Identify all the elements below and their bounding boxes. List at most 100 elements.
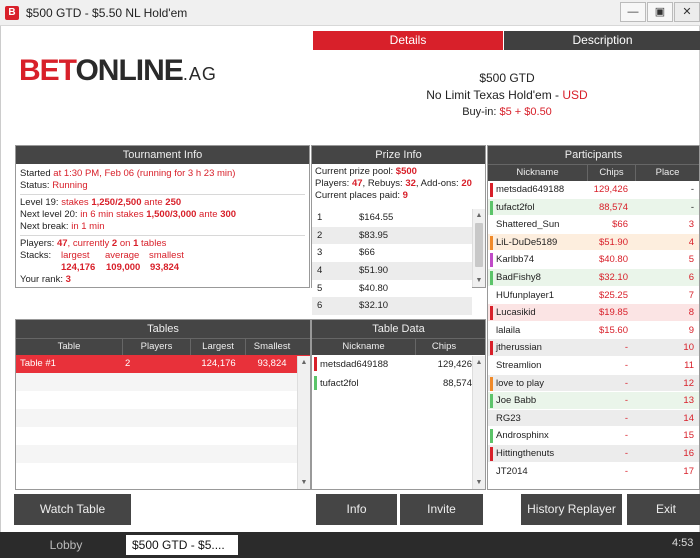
participant-row[interactable]: HUfunplayer1 $25.25 7 — [488, 286, 699, 305]
tournament-name: $500 GTD — [479, 71, 535, 85]
prize-info-panel: Prize Info Current prize pool: $500 Play… — [311, 145, 486, 316]
invite-button[interactable]: Invite — [400, 494, 483, 525]
exit-button[interactable]: Exit — [627, 494, 700, 525]
window-titlebar: B $500 GTD - $5.50 NL Hold'em — ▣ ✕ — [0, 0, 700, 26]
participant-nickname: LiL-DuDe5189 — [496, 236, 558, 248]
prize-scrollbar[interactable]: ▲ ▼ — [472, 209, 485, 287]
panel-header: Tables — [16, 320, 310, 338]
participant-chips: $25.25 — [598, 289, 628, 301]
participant-row[interactable]: jtherussian - 10 — [488, 339, 699, 357]
scroll-thumb[interactable] — [475, 223, 483, 267]
table-data-scrollbar[interactable]: ▲ ▼ — [472, 356, 485, 489]
participant-row[interactable]: BadFishy8 $32.10 6 — [488, 268, 699, 287]
participant-chips: - — [624, 412, 628, 424]
payout-row: 3 $66 — [312, 244, 472, 263]
tournament-summary: $500 GTD No Limit Texas Hold'em - USD Bu… — [313, 70, 700, 121]
close-button[interactable]: ✕ — [674, 2, 700, 22]
participant-place: - — [690, 184, 694, 195]
participant-row[interactable]: Joe Babb - 13 — [488, 392, 699, 410]
participant-chips: - — [624, 377, 628, 389]
scroll-up-icon[interactable]: ▲ — [298, 356, 310, 369]
column-header-players[interactable]: Players — [123, 339, 191, 355]
participant-place: - — [690, 201, 694, 213]
scroll-down-icon[interactable]: ▼ — [298, 476, 310, 489]
payout-list: 1 $164.55 2 $83.95 3 $66 4 $51.90 5 $40.80 6 $… — [312, 209, 472, 316]
player-color-marker — [490, 324, 493, 338]
scroll-up-icon[interactable]: ▲ — [473, 209, 485, 222]
player-color-marker — [314, 376, 317, 390]
participant-place: 6 — [688, 271, 694, 283]
payout-row: 4 $51.90 — [312, 262, 472, 280]
scroll-up-icon[interactable]: ▲ — [473, 356, 485, 369]
participant-row[interactable]: metsdad649188 129,426 - — [488, 181, 699, 199]
panel-header: Participants — [488, 146, 699, 164]
participant-chips: $66 — [612, 219, 628, 231]
player-color-marker — [490, 289, 493, 303]
participant-row[interactable]: Shattered_Sun $66 3 — [488, 216, 699, 234]
participant-nickname: tufact2fol — [496, 201, 535, 213]
participant-chips: - — [624, 359, 628, 371]
buyin: Buy-in: $5 + $0.50 — [462, 106, 552, 118]
participant-place: 14 — [683, 412, 694, 424]
participant-row[interactable]: lalaila $15.60 9 — [488, 321, 699, 340]
history-replayer-button[interactable]: History Replayer — [521, 494, 622, 525]
participant-place: 15 — [683, 430, 694, 442]
scroll-down-icon[interactable]: ▼ — [473, 274, 485, 287]
participant-nickname: lalaila — [496, 324, 521, 336]
restore-button[interactable]: ▣ — [647, 2, 673, 22]
column-header-largest[interactable]: Largest — [191, 339, 246, 355]
participant-row[interactable]: Hittingthenuts - 16 — [488, 444, 699, 463]
column-header-place[interactable]: Place — [636, 165, 699, 181]
table-data-row[interactable]: metsdad649188 129,426 — [312, 355, 485, 374]
active-tournament-tab[interactable]: $500 GTD - $5.... — [126, 535, 238, 555]
column-header-table[interactable]: Table — [16, 339, 123, 355]
player-color-marker — [490, 412, 493, 426]
column-header-chips[interactable]: Chips — [588, 165, 636, 181]
participant-row[interactable]: LiL-DuDe5189 $51.90 4 — [488, 233, 699, 252]
player-color-marker — [490, 218, 493, 232]
tables-empty-area — [16, 373, 310, 481]
participant-row[interactable]: RG23 - 14 — [488, 409, 699, 428]
participant-nickname: JT2014 — [496, 465, 528, 477]
participant-place: 3 — [688, 219, 694, 231]
tables-column-headers: Table Players Largest Smallest — [16, 338, 310, 355]
participant-row[interactable]: love to play - 12 — [488, 374, 699, 393]
participant-row[interactable]: Lucasikid $19.85 8 — [488, 304, 699, 322]
participant-nickname: metsdad649188 — [496, 184, 565, 195]
player-color-marker — [490, 235, 493, 250]
tab-details[interactable]: Details — [313, 31, 503, 50]
column-header-smallest[interactable]: Smallest — [246, 339, 298, 355]
scroll-down-icon[interactable]: ▼ — [473, 476, 485, 489]
table-row[interactable]: Table #1 2 124,176 93,824 — [16, 355, 310, 373]
participant-row[interactable]: Streamlion - 11 — [488, 356, 699, 375]
player-color-marker — [490, 394, 493, 409]
column-header-nickname[interactable]: Nickname — [312, 339, 416, 355]
participant-nickname: Hittingthenuts — [496, 447, 555, 459]
participant-place: 12 — [683, 377, 694, 389]
app-logo-icon: B — [5, 6, 19, 20]
column-header-chips[interactable]: Chips — [416, 339, 472, 355]
rank-line: Your rank: 3 — [20, 274, 71, 285]
participant-row[interactable]: Karlbb74 $40.80 5 — [488, 251, 699, 269]
participant-place: 4 — [688, 236, 694, 248]
player-color-marker — [490, 270, 493, 285]
tables-scrollbar[interactable]: ▲ ▼ — [297, 356, 310, 489]
table-data-row[interactable]: tufact2fol 88,574 — [312, 374, 485, 393]
participant-row[interactable]: JT2014 - 17 — [488, 462, 699, 481]
player-color-marker — [490, 359, 493, 373]
watch-table-button[interactable]: Watch Table — [14, 494, 131, 525]
column-header-nickname[interactable]: Nickname — [488, 165, 588, 181]
participant-row[interactable]: tufact2fol 88,574 - — [488, 198, 699, 217]
minimize-button[interactable]: — — [620, 2, 646, 22]
started-line: Started at 1:30 PM, Feb 06 (running for … — [20, 168, 236, 179]
player-color-marker — [490, 341, 493, 356]
payout-row: 1 $164.55 — [312, 209, 472, 227]
tab-description[interactable]: Description — [504, 31, 700, 50]
tables-panel: Tables Table Players Largest Smallest Ta… — [15, 319, 311, 490]
participants-panel: Participants Nickname Chips Place metsda… — [487, 145, 700, 490]
lobby-tab[interactable]: Lobby — [8, 535, 124, 555]
player-color-marker — [490, 253, 493, 268]
info-button[interactable]: Info — [316, 494, 397, 525]
window-title: $500 GTD - $5.50 NL Hold'em — [26, 6, 188, 20]
participant-row[interactable]: Androsphinx - 15 — [488, 427, 699, 445]
